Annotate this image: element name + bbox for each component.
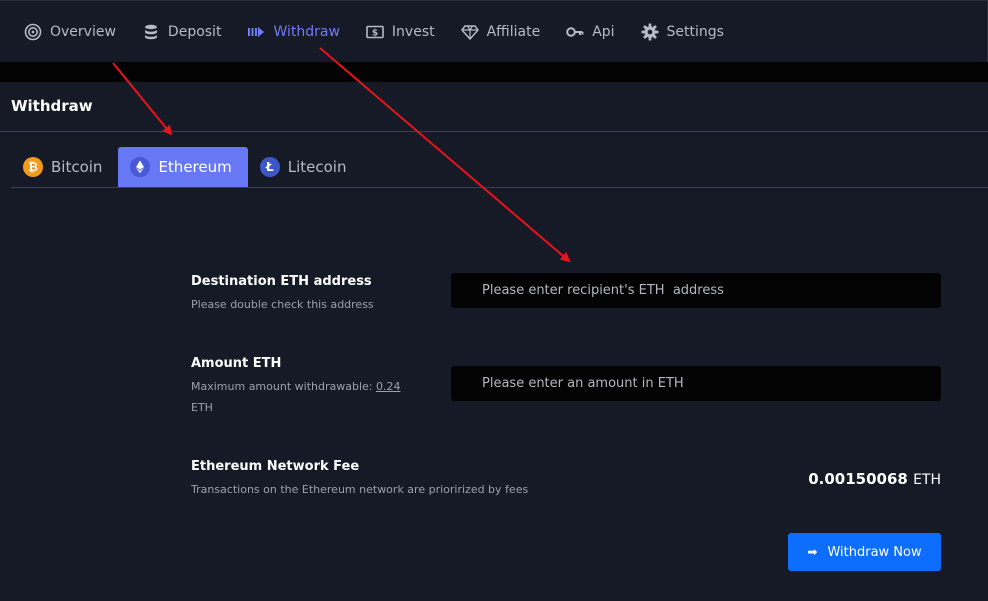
header-separator-bar [0,62,988,82]
nav-item-affiliate[interactable]: Affiliate [460,17,541,47]
diamond-icon [460,23,479,41]
app-root: Overview Deposit Withdraw $ Invest Affil… [0,0,988,601]
network-fee-value: 0.00150068 ETH [808,470,941,488]
tab-label: Litecoin [287,158,347,176]
tab-label: Bitcoin [51,158,103,176]
amount-input[interactable] [451,366,941,401]
withdraw-now-label: Withdraw Now [827,544,922,560]
arrow-right-icon: ➡ [807,545,818,559]
address-label: Destination ETH address [191,274,372,289]
address-help: Please double check this address [191,298,374,311]
fee-unit: ETH [913,472,941,488]
tab-litecoin[interactable]: Ł Litecoin [248,147,363,187]
tab-ethereum[interactable]: Ethereum [118,147,248,187]
divider [0,131,988,132]
nav-item-label: Settings [666,23,724,40]
amount-help-prefix: Maximum amount withdrawable: [191,380,376,393]
withdraw-panel: Withdraw ₿ Bitcoin Ethereum Ł Litecoin D… [0,82,988,601]
nav-item-settings[interactable]: Settings [641,17,724,47]
key-icon [566,23,584,41]
dollar-bill-icon: $ [366,23,384,41]
tab-label: Ethereum [158,158,232,176]
database-icon [142,23,160,41]
tab-bitcoin[interactable]: ₿ Bitcoin [11,147,118,187]
amount-label: Amount ETH [191,356,282,371]
nav-item-api[interactable]: Api [566,17,615,47]
withdraw-arrow-icon [247,23,265,41]
fee-amount: 0.00150068 [808,470,908,488]
nav-item-overview[interactable]: Overview [24,17,116,47]
amount-help: Maximum amount withdrawable: 0.24 ETH [191,376,411,418]
top-nav: Overview Deposit Withdraw $ Invest Affil… [0,0,988,62]
max-amount-link[interactable]: 0.24 [376,380,401,393]
nav-item-deposit[interactable]: Deposit [142,17,222,47]
gear-icon [641,23,659,41]
litecoin-icon: Ł [259,157,280,177]
svg-text:$: $ [372,28,378,38]
currency-tabs: ₿ Bitcoin Ethereum Ł Litecoin [11,147,988,188]
amount-help-unit: ETH [191,401,213,414]
withdraw-now-button[interactable]: ➡ Withdraw Now [788,533,941,571]
nav-item-label: Invest [391,23,435,40]
nav-item-label: Affiliate [486,23,541,40]
nav-item-invest[interactable]: $ Invest [366,17,435,47]
bitcoin-icon: ₿ [23,157,43,177]
page-title: Withdraw [11,97,93,115]
address-input[interactable] [451,273,941,308]
nav-item-label: Withdraw [273,23,340,40]
fee-label: Ethereum Network Fee [191,459,360,474]
nav-item-label: Deposit [167,23,222,40]
target-icon [24,23,42,41]
nav-item-withdraw[interactable]: Withdraw [247,17,340,47]
fee-help: Transactions on the Ethereum network are… [191,483,529,496]
ethereum-icon [130,157,151,177]
nav-item-label: Overview [50,23,116,40]
nav-item-label: Api [592,23,615,40]
